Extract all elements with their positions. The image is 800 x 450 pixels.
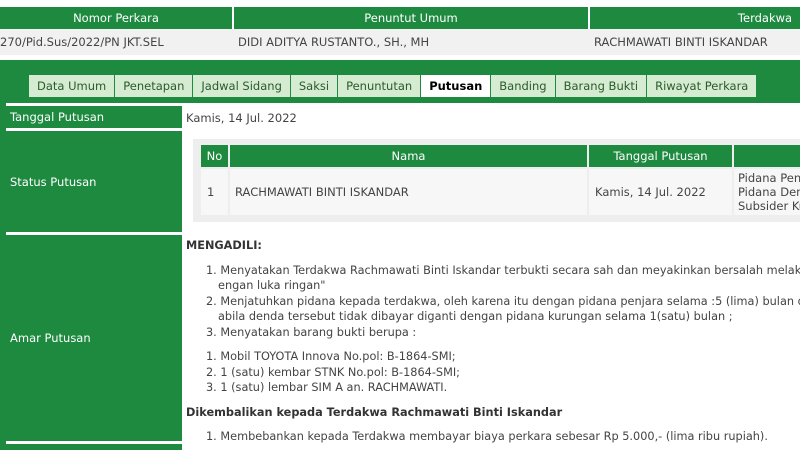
dikembalikan-text: Dikembalikan kepada Terdakwa Rachmawati … <box>186 405 563 419</box>
td-nama: RACHMAWATI BINTI ISKANDAR <box>230 169 587 215</box>
tab-jadwal-sidang[interactable]: Jadwal Sidang <box>193 75 291 97</box>
td-status: Pidana Penja Pidana Dend Subsider Kuru <box>734 169 800 215</box>
value-tanggal-putusan: Kamis, 14 Jul. 2022 <box>186 111 297 125</box>
amar-item-3: 3. Menyatakan barang bukti berupa : <box>206 325 417 339</box>
tab-riwayat-perkara[interactable]: Riwayat Perkara <box>647 75 758 97</box>
td-no: 1 <box>201 169 228 215</box>
td-status-line-2: Pidana Dend <box>738 185 800 199</box>
tab-banding[interactable]: Banding <box>491 75 556 97</box>
th-tanggal-putusan: Tanggal Putusan <box>589 145 732 167</box>
bukti-item-1: 1. Mobil TOYOTA Innova No.pol: B-1864-SM… <box>206 350 456 363</box>
label-status-putusan: Status Putusan <box>6 131 182 232</box>
amar-putusan-text: MENGADILI: 1. Menyatakan Terdakwa Rachma… <box>186 235 800 445</box>
case-header-row: Nomor Perkara Penuntut Umum Terdakwa <box>0 7 800 29</box>
tab-data-umum[interactable]: Data Umum <box>29 75 116 97</box>
value-penuntut-umum: DIDI ADITYA RUSTANTO., SH., MH <box>238 35 430 49</box>
tab-bar: Data Umum Penetapan Jadwal Sidang Saksi … <box>29 75 758 97</box>
case-values-row: 270/Pid.Sus/2022/PN JKT.SEL DIDI ADITYA … <box>0 29 800 55</box>
amar-heading: MENGADILI: <box>186 239 262 252</box>
tab-putusan[interactable]: Putusan <box>421 75 492 97</box>
label-next-row <box>6 444 182 450</box>
th-nama: Nama <box>230 145 587 167</box>
tab-barang-bukti[interactable]: Barang Bukti <box>555 75 648 97</box>
th-status <box>734 145 800 167</box>
th-no: No <box>201 145 228 167</box>
amar-item-1: 1. Menyatakan Terdakwa Rachmawati Binti … <box>206 263 800 277</box>
biaya-item-1: 1. Membebankan kepada Terdakwa membayar … <box>206 430 768 443</box>
header-terdakwa-label: Terdakwa <box>737 11 793 25</box>
header-nomor-perkara: Nomor Perkara <box>0 7 234 29</box>
label-tanggal-putusan: Tanggal Putusan <box>6 106 182 128</box>
label-amar-putusan: Amar Putusan <box>6 235 182 441</box>
amar-item-1-cont: engan luka ringan" <box>218 279 326 292</box>
header-terdakwa: Terdakwa <box>590 7 800 29</box>
header-penuntut-umum: Penuntut Umum <box>234 7 590 29</box>
value-terdakwa: RACHMAWATI BINTI ISKANDAR <box>594 35 768 49</box>
amar-item-2: 2. Menjatuhkan pidana kepada terdakwa, o… <box>206 294 800 308</box>
tab-penetapan[interactable]: Penetapan <box>115 75 194 97</box>
tab-penuntutan[interactable]: Penuntutan <box>338 75 422 97</box>
status-putusan-table: No Nama Tanggal Putusan 1 RACHMAWATI BIN… <box>193 139 800 222</box>
bukti-item-2: 2. 1 (satu) kembar STNK No.pol: B-1864-S… <box>206 365 460 379</box>
amar-item-2-cont: abila denda tersebut tidak dibayar digan… <box>218 310 733 323</box>
value-nomor-perkara: 270/Pid.Sus/2022/PN JKT.SEL <box>0 35 164 49</box>
bukti-item-3: 3. 1 (satu) lembar SIM A an. RACHMAWATI. <box>206 381 448 394</box>
td-status-line-1: Pidana Penja <box>738 171 800 185</box>
td-tanggal: Kamis, 14 Jul. 2022 <box>589 169 732 215</box>
putusan-panel: Tanggal Putusan Kamis, 14 Jul. 2022 Stat… <box>6 103 800 450</box>
tab-saksi[interactable]: Saksi <box>290 75 339 97</box>
td-status-line-3: Subsider Kuru <box>738 199 800 213</box>
